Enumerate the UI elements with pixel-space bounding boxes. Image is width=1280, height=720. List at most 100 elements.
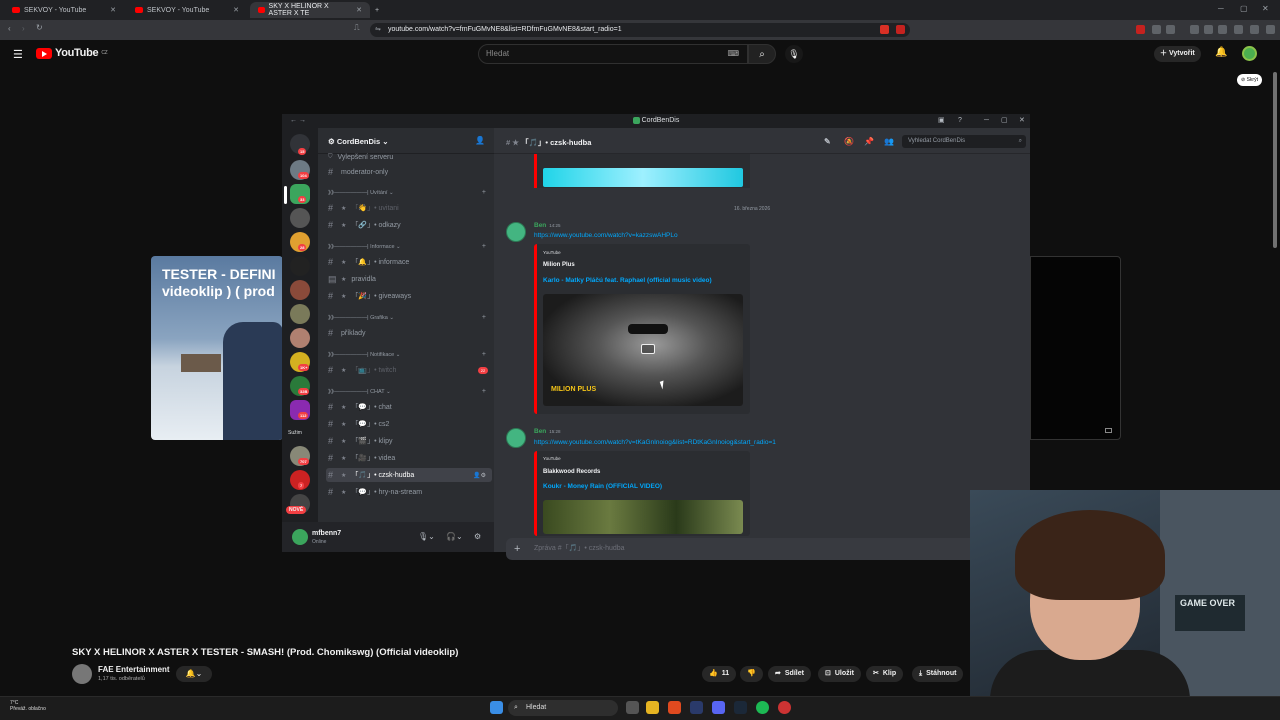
hide-chip[interactable]: ⊘ Skrýt — [1237, 74, 1262, 86]
channel-pravidla[interactable]: ▤ ★ pravidla — [326, 272, 492, 286]
extension-icon[interactable] — [1190, 25, 1199, 34]
message-avatar[interactable] — [506, 428, 526, 448]
embed-title[interactable]: Karlo - Matky Pláčú feat. Raphael (offic… — [543, 277, 712, 284]
discord-app-icon[interactable] — [712, 701, 725, 714]
maximize-icon[interactable]: ▢ — [1001, 114, 1008, 128]
channel-priklady[interactable]: # příklady — [326, 326, 492, 340]
keyboard-icon[interactable]: ⌨ — [727, 45, 739, 63]
hamburger-menu-icon[interactable]: ☰ — [13, 48, 23, 61]
video-thumbnail[interactable]: MILION PLUS — [543, 294, 743, 406]
like-button[interactable]: 👍 11 — [702, 666, 737, 682]
extension-icon[interactable] — [1204, 25, 1213, 34]
channel-videa[interactable]: # ★ 「🎥」• videa — [326, 451, 492, 465]
message-link[interactable]: https://www.youtube.com/watch?v=kazzswAH… — [534, 232, 678, 239]
channel-odkazy[interactable]: # ★ 「🔗」• odkazy — [326, 218, 492, 232]
file-explorer-icon[interactable] — [646, 701, 659, 714]
search-button[interactable]: ⌕ — [748, 44, 776, 64]
close-icon[interactable]: ✕ — [1019, 114, 1025, 128]
brave-browser-icon[interactable] — [668, 701, 681, 714]
app-icon[interactable] — [778, 701, 791, 714]
embed-image[interactable] — [543, 168, 743, 187]
channel-cs2[interactable]: # ★ 「💬」• cs2 — [326, 417, 492, 431]
threads-icon[interactable]: ✎ — [824, 137, 831, 146]
server-icon[interactable] — [290, 256, 310, 276]
server-icon[interactable] — [290, 328, 310, 348]
brave-shield-icon[interactable] — [880, 25, 889, 34]
server-boost-item[interactable]: ⛉ Vylepšení serveru — [326, 152, 492, 162]
headphones-icon[interactable]: 🎧⌄ — [446, 532, 463, 541]
message-author[interactable]: Ben 15:28 — [534, 428, 561, 435]
page-scrollbar[interactable] — [1273, 72, 1277, 248]
channel-moderator-only[interactable]: # moderator-only — [326, 165, 492, 179]
channel-klipy[interactable]: # ★ 「🎬」• klipy — [326, 434, 492, 448]
server-icon[interactable] — [290, 208, 310, 228]
user-avatar[interactable] — [292, 529, 308, 545]
message-link[interactable]: https://www.youtube.com/watch?v=tKaGnIno… — [534, 439, 776, 446]
video-frame-right[interactable] — [1030, 256, 1121, 440]
close-icon[interactable]: ✕ — [356, 6, 362, 14]
steam-icon[interactable] — [734, 701, 747, 714]
channel-uvitani[interactable]: # ★ 「👋」• uvitani — [326, 201, 492, 215]
message-avatar[interactable] — [506, 222, 526, 242]
download-button[interactable]: ⤓ Stáhnout — [912, 666, 964, 682]
message-author[interactable]: Ben 14:25 — [534, 222, 561, 229]
menu-icon[interactable] — [1266, 25, 1275, 34]
save-button[interactable]: ⊡ Uložit — [818, 666, 861, 682]
add-channel-icon[interactable]: + — [482, 386, 486, 398]
add-channel-icon[interactable]: + — [482, 241, 486, 253]
microphone-icon[interactable]: 🎙⌄ — [418, 532, 435, 541]
minimize-icon[interactable]: ─ — [984, 114, 989, 128]
notifications-bell-icon[interactable]: 🔔 — [1215, 47, 1227, 58]
youtube-logo[interactable]: YouTube CZ — [36, 47, 108, 59]
add-attachment-icon[interactable]: + — [514, 538, 520, 560]
message-input[interactable]: + Zpráva #「🎵」• czsk-hudba 🎁 ▦ — [506, 538, 1024, 560]
embed-title[interactable]: Koukr - Money Rain (OFFICIAL VIDEO) — [543, 483, 662, 490]
channel-name[interactable]: FAE Entertainment — [98, 665, 170, 674]
dislike-button[interactable]: 👎 — [740, 666, 763, 682]
add-member-icon[interactable]: 👤 — [475, 136, 485, 145]
bookmark-icon[interactable]: ⎍ — [354, 23, 360, 33]
embed-author[interactable]: Blakkwood Records — [543, 469, 600, 475]
channel-giveaways[interactable]: # ★ 「🎉」• giveaways — [326, 289, 492, 303]
new-tab-button[interactable]: + — [372, 2, 386, 18]
close-icon[interactable]: ✕ — [110, 6, 116, 14]
search-input[interactable]: Hledat ⌨ — [478, 44, 748, 64]
windows-start-icon[interactable] — [490, 701, 503, 714]
help-icon[interactable]: ? — [958, 114, 962, 128]
channel-czsk-hudba[interactable]: # ★ 「🎵」• czsk-hudba 👤⚙ — [326, 468, 492, 482]
channel-hry-na-stream[interactable]: # ★ 「💬」• hry-na-stream — [326, 485, 492, 499]
url-field[interactable]: ⇋ youtube.com/watch?v=fmFuGMvNE8&list=RD… — [370, 23, 910, 37]
play-icon[interactable] — [641, 344, 655, 354]
pin-icon[interactable]: 📌 — [864, 137, 874, 146]
server-name-header[interactable]: ⚙ CordBenDis ⌄ 👤 — [318, 128, 494, 154]
channel-settings-icon[interactable]: 👤⚙ — [473, 472, 486, 479]
share-button[interactable]: ➦ Sdílet — [768, 666, 811, 682]
embed-author[interactable]: Milion Plus — [543, 262, 575, 268]
category-chat[interactable]: ⟫⟫——————| CHAT ⌄ + — [326, 386, 492, 398]
account-avatar[interactable] — [1242, 46, 1257, 61]
shield-icon[interactable] — [1250, 25, 1259, 34]
add-channel-icon[interactable]: + — [482, 187, 486, 199]
browser-tab[interactable]: SEKVOY - YouTube ✕ — [127, 2, 247, 18]
extension-icon[interactable] — [1218, 25, 1227, 34]
close-icon[interactable]: ✕ — [233, 6, 239, 14]
create-button[interactable]: ＋ Vytvořit — [1154, 46, 1201, 62]
discord-search-input[interactable]: Vyhledat CordBenDis ⌕ — [902, 135, 1026, 148]
video-thumbnail[interactable] — [543, 500, 743, 534]
brave-rewards-icon[interactable] — [896, 25, 905, 34]
notification-bell-icon[interactable]: 🔕 — [844, 137, 854, 146]
back-icon[interactable]: ‹ — [8, 24, 11, 33]
subscribe-bell-button[interactable]: 🔔⌄ — [176, 666, 212, 682]
close-window-icon[interactable]: ✕ — [1262, 4, 1269, 13]
channel-informace[interactable]: # ★ 「🔔」• informace — [326, 255, 492, 269]
extension-icon[interactable] — [1234, 25, 1243, 34]
taskbar-search[interactable]: ⌕ Hledat — [508, 700, 618, 716]
extension-icon[interactable] — [1152, 25, 1161, 34]
forward-icon[interactable]: › — [22, 24, 25, 33]
extension-icon[interactable] — [1136, 25, 1145, 34]
category-informace[interactable]: ⟫⟫——————| Informace ⌄ + — [326, 241, 492, 253]
channel-avatar[interactable] — [72, 664, 92, 684]
photoshop-icon[interactable] — [690, 701, 703, 714]
extension-icon[interactable] — [1166, 25, 1175, 34]
fullscreen-icon[interactable] — [1105, 428, 1112, 433]
